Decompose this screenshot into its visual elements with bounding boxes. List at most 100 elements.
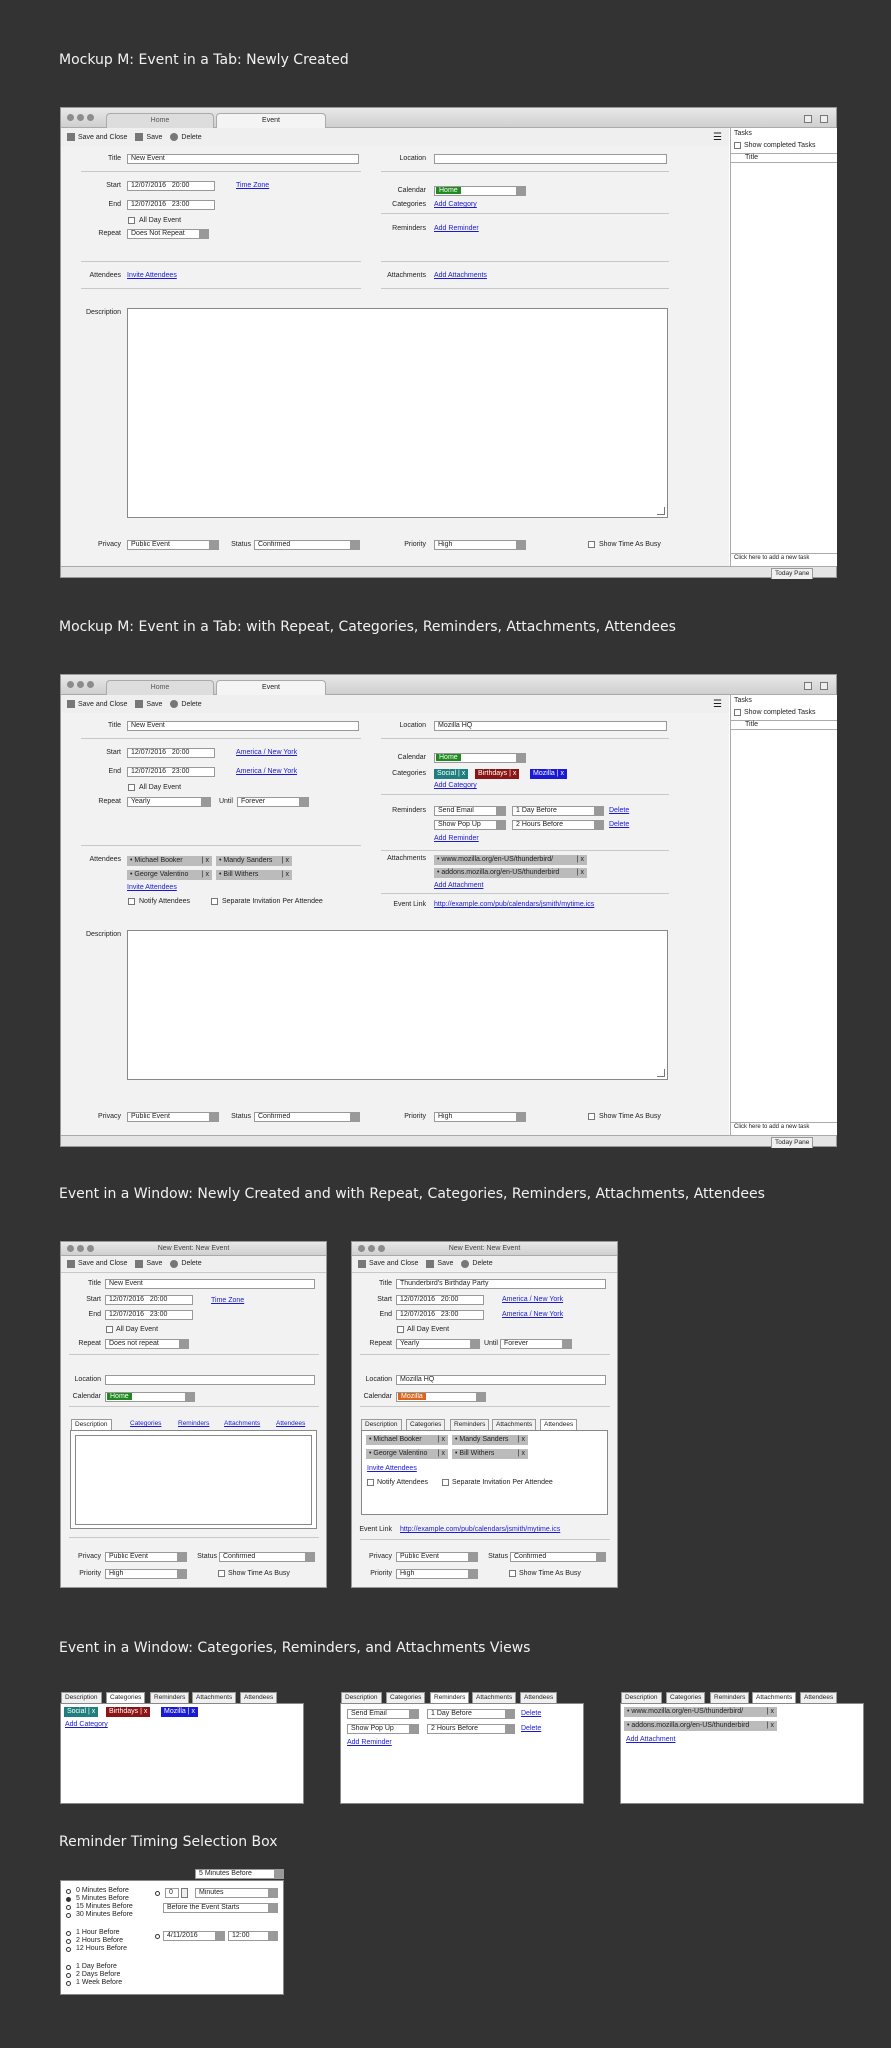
priority-select[interactable]: High	[434, 1112, 526, 1122]
location-input[interactable]	[105, 1375, 315, 1385]
title-input[interactable]: New Event	[127, 721, 359, 731]
timing-radio[interactable]	[66, 1913, 71, 1918]
timing-option[interactable]: 30 Minutes Before	[76, 1911, 133, 1918]
timing-option[interactable]: 0 Minutes Before	[76, 1887, 129, 1894]
timing-option[interactable]: 1 Week Before	[76, 1979, 122, 1986]
calendar-select[interactable]: Mozilla	[396, 1392, 486, 1402]
reminder-action-select[interactable]: Show Pop Up	[434, 820, 506, 830]
end-tz-link[interactable]: America / New York	[236, 768, 297, 775]
today-pane-button[interactable]: Today Pane	[771, 568, 814, 579]
end-datetime[interactable]: 12/07/2016 23:00	[127, 200, 215, 210]
all-day-checkbox[interactable]	[128, 217, 135, 224]
invite-attendees-link[interactable]: Invite Attendees	[367, 1465, 417, 1472]
add-reminder-link[interactable]: Add Reminder	[434, 835, 479, 842]
timing-radio[interactable]	[66, 1905, 71, 1910]
end-datetime[interactable]: 12/07/2016 23:00	[127, 767, 215, 777]
tab-description[interactable]: Description	[621, 1692, 662, 1703]
tab-reminders[interactable]: Reminders	[430, 1692, 470, 1703]
privacy-select[interactable]: Public Event	[105, 1552, 187, 1562]
status-select[interactable]: Confirmed	[510, 1552, 606, 1562]
event-link[interactable]: http://example.com/pub/calendars/jsmith/…	[434, 901, 594, 908]
tab-attachments[interactable]: Attachments	[221, 1419, 263, 1430]
save-close-button[interactable]: Save and Close	[67, 133, 127, 141]
show-completed-checkbox[interactable]	[734, 142, 741, 149]
stepper-icon[interactable]	[181, 1888, 188, 1898]
tab-reminders[interactable]: Reminders	[150, 1692, 190, 1703]
priority-select[interactable]: High	[434, 540, 526, 550]
status-select[interactable]: Confirmed	[219, 1552, 315, 1562]
description-textarea[interactable]	[75, 1435, 312, 1525]
attendee-pill[interactable]: • Michael Booker | x	[127, 856, 212, 866]
save-close-button[interactable]: Save and Close	[67, 1259, 127, 1268]
timing-option[interactable]: 2 Hours Before	[76, 1937, 123, 1944]
save-button[interactable]: Save	[135, 1259, 162, 1268]
delete-button[interactable]: Delete	[170, 133, 202, 141]
timing-radio[interactable]	[66, 1973, 71, 1978]
show-busy-checkbox[interactable]	[218, 1570, 225, 1577]
description-textarea[interactable]	[127, 930, 668, 1080]
invite-attendees-link[interactable]: Invite Attendees	[127, 884, 177, 891]
add-attachment-link[interactable]: Add Attachment	[434, 882, 483, 889]
attachment-pill[interactable]: • addons.mozilla.org/en-US/thunderbird | …	[624, 1721, 777, 1731]
resize-grip-icon[interactable]	[657, 507, 665, 515]
tab-categories[interactable]: Categories	[386, 1692, 426, 1703]
time-zone-link[interactable]: Time Zone	[236, 182, 269, 189]
timing-option[interactable]: 2 Days Before	[76, 1971, 120, 1978]
end-tz-link[interactable]: America / New York	[502, 1311, 563, 1318]
start-tz-link[interactable]: America / New York	[502, 1296, 563, 1303]
location-input[interactable]: Mozilla HQ	[396, 1375, 606, 1385]
start-datetime[interactable]: 12/07/2016 20:00	[127, 181, 215, 191]
layout-icon[interactable]	[804, 115, 812, 123]
privacy-select[interactable]: Public Event	[127, 1112, 219, 1122]
category-chip[interactable]: Mozilla | x	[161, 1707, 199, 1717]
calendar-select[interactable]: Home	[434, 186, 526, 196]
tab-reminders[interactable]: Reminders	[710, 1692, 750, 1703]
add-attachments-link[interactable]: Add Attachments	[434, 272, 487, 279]
category-chip[interactable]: Social | x	[434, 769, 469, 779]
time-zone-link[interactable]: Time Zone	[211, 1297, 244, 1304]
timing-radio[interactable]	[66, 1897, 71, 1902]
menu-icon[interactable]: ☰	[713, 699, 722, 710]
save-button[interactable]: Save	[426, 1259, 453, 1268]
task-title-column[interactable]: Title	[745, 721, 758, 728]
custom-timing-radio[interactable]	[155, 1891, 160, 1896]
reminder-action-select[interactable]: Send Email	[434, 806, 506, 816]
timing-radio[interactable]	[66, 1947, 71, 1952]
timing-relation-select[interactable]: Before the Event Starts	[163, 1903, 278, 1913]
separate-checkbox[interactable]	[211, 898, 218, 905]
tab-categories[interactable]: Categories	[666, 1692, 706, 1703]
category-chip[interactable]: Mozilla | x	[530, 769, 568, 779]
tab-event[interactable]: Event	[216, 113, 326, 128]
tab-attendees[interactable]: Attendees	[273, 1419, 308, 1430]
timing-radio[interactable]	[66, 1981, 71, 1986]
timing-option[interactable]: 1 Day Before	[76, 1963, 117, 1970]
attendee-pill[interactable]: • Michael Booker | x	[366, 1435, 448, 1445]
category-chip[interactable]: Birthdays | x	[106, 1707, 151, 1717]
tab-categories[interactable]: Categories	[106, 1692, 146, 1703]
timing-option[interactable]: 5 Minutes Before	[76, 1895, 129, 1902]
invite-attendees-link[interactable]: Invite Attendees	[127, 272, 177, 279]
calendar-select[interactable]: Home	[434, 753, 526, 763]
tab-attendees[interactable]: Attendees	[800, 1692, 838, 1703]
reminder-action-select[interactable]: Send Email	[347, 1709, 419, 1719]
start-datetime[interactable]: 12/07/2016 20:00	[127, 748, 215, 758]
location-input[interactable]: Mozilla HQ	[434, 721, 667, 731]
reminder-timing-select[interactable]: 2 Hours Before	[512, 820, 604, 830]
end-datetime[interactable]: 12/07/2016 23:00	[105, 1310, 193, 1320]
end-datetime[interactable]: 12/07/2016 23:00	[396, 1310, 484, 1320]
delete-reminder-link[interactable]: Delete	[609, 821, 629, 828]
tab-attachments[interactable]: Attachments	[752, 1692, 797, 1703]
tab-home[interactable]: Home	[106, 113, 214, 128]
timing-option[interactable]: 12 Hours Before	[76, 1945, 127, 1952]
tab-attachments[interactable]: Attachments	[192, 1692, 237, 1703]
show-busy-checkbox[interactable]	[509, 1570, 516, 1577]
privacy-select[interactable]: Public Event	[127, 540, 219, 550]
tab-attachments[interactable]: Attachments	[492, 1419, 537, 1430]
timing-number-input[interactable]: 0	[165, 1888, 179, 1898]
timing-option[interactable]: 1 Hour Before	[76, 1929, 120, 1936]
attendee-pill[interactable]: • Bill Withers | x	[216, 870, 292, 880]
delete-button[interactable]: Delete	[170, 1259, 202, 1268]
new-task-input[interactable]: Click here to add a new task	[734, 1124, 809, 1130]
tab-description[interactable]: Description	[341, 1692, 382, 1703]
timing-radio[interactable]	[66, 1939, 71, 1944]
